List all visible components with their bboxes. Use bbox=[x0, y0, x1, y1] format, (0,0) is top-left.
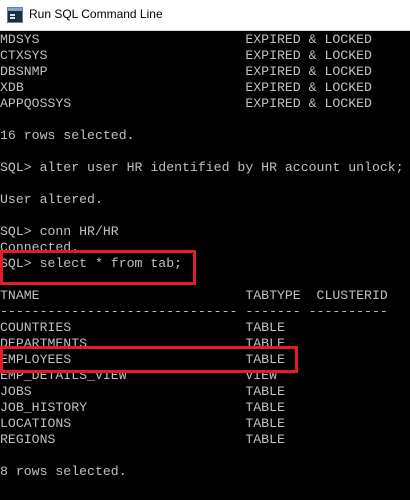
console-line: JOB_HISTORY TABLE bbox=[0, 400, 285, 415]
console-line: MDSYS EXPIRED & LOCKED bbox=[0, 32, 372, 47]
console-line: COUNTRIES TABLE bbox=[0, 320, 285, 335]
console-line: SQL> conn HR/HR bbox=[0, 224, 119, 239]
console-line: User altered. bbox=[0, 192, 103, 207]
sql-command-line-window: Run SQL Command Line MDSYS EXPIRED & LOC… bbox=[0, 0, 410, 500]
query-highlight-box bbox=[0, 250, 196, 285]
console-line: JOBS TABLE bbox=[0, 384, 285, 399]
console-line: 16 rows selected. bbox=[0, 128, 135, 143]
console-line: APPQOSSYS EXPIRED & LOCKED bbox=[0, 96, 372, 111]
console-line: XDB EXPIRED & LOCKED bbox=[0, 80, 372, 95]
console-line: DBSNMP EXPIRED & LOCKED bbox=[0, 64, 372, 79]
window-title: Run SQL Command Line bbox=[29, 7, 163, 21]
console-line: REGIONS TABLE bbox=[0, 432, 285, 447]
console-line: TNAME TABTYPE CLUSTERID bbox=[0, 288, 388, 303]
title-bar[interactable]: Run SQL Command Line bbox=[0, 0, 410, 31]
employees-highlight-box bbox=[0, 346, 298, 373]
console-app-icon[interactable] bbox=[7, 7, 23, 23]
console-line: 8 rows selected. bbox=[0, 464, 127, 479]
console-line: LOCATIONS TABLE bbox=[0, 416, 285, 431]
console-line: ------------------------------ ------- -… bbox=[0, 304, 388, 319]
console-line: SQL> alter user HR identified by HR acco… bbox=[0, 160, 404, 175]
console-line: CTXSYS EXPIRED & LOCKED bbox=[0, 48, 372, 63]
